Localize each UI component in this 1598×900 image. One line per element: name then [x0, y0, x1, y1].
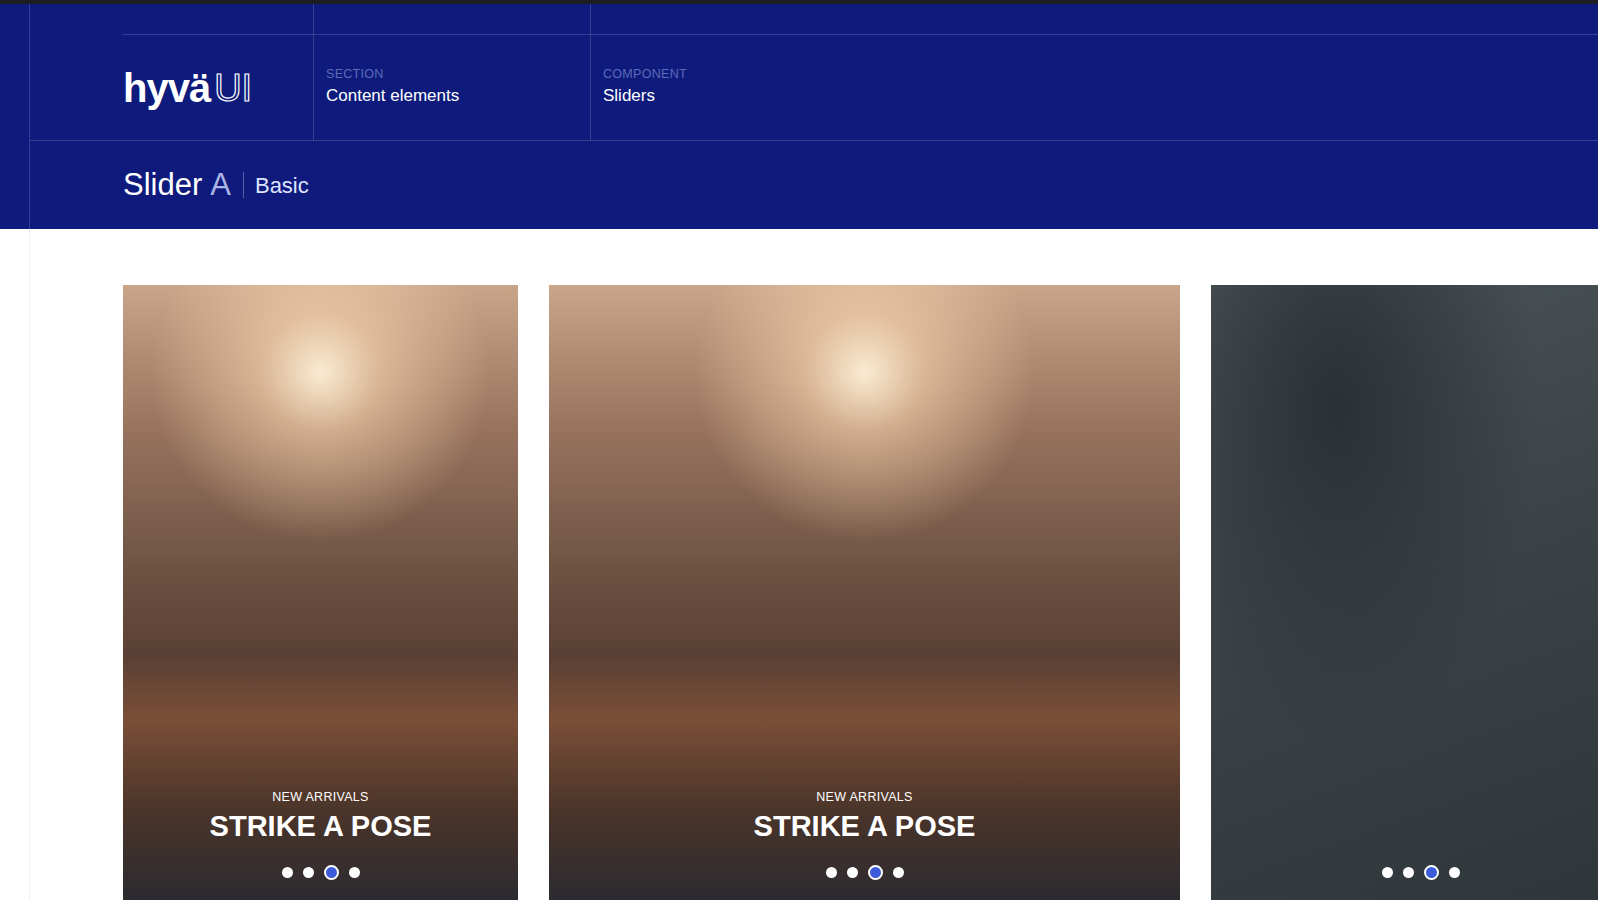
slider-dot[interactable]: [303, 867, 314, 878]
slide-heading: STRIKE A POSE: [210, 811, 432, 843]
logo-suffix[interactable]: UI: [214, 69, 252, 107]
breadcrumb-label: SECTION: [326, 67, 590, 82]
breadcrumb-value: Content elements: [326, 85, 590, 107]
slider-dot[interactable]: [282, 867, 293, 878]
slider-dot[interactable]: [893, 867, 904, 878]
page-header: hyväUI SECTION Content elements COMPONENT Sl…: [0, 4, 1598, 229]
slider-dot[interactable]: [1424, 865, 1439, 880]
slide[interactable]: [1211, 285, 1598, 900]
breadcrumb-item: COMPONENT Sliders: [603, 35, 1598, 140]
slider-dots: [282, 865, 360, 880]
breadcrumb-label: COMPONENT: [603, 67, 1598, 82]
logo-brand[interactable]: hyvä: [123, 68, 210, 108]
breadcrumb-value: Sliders: [603, 85, 1598, 107]
title-variant: A: [210, 162, 231, 209]
slider-dot[interactable]: [1382, 867, 1393, 878]
slider-dots: [826, 865, 904, 880]
breadcrumb-item: SECTION Content elements: [326, 35, 590, 140]
slider-dot[interactable]: [324, 865, 339, 880]
slider-dot[interactable]: [868, 865, 883, 880]
page-title: Slider: [123, 162, 202, 209]
slide[interactable]: NEW ARRIVALS STRIKE A POSE: [549, 285, 1180, 900]
slide-eyebrow: NEW ARRIVALS: [272, 788, 368, 807]
title-subtitle: Basic: [255, 169, 309, 202]
title-separator: [243, 172, 244, 198]
slider-dots: [1382, 865, 1460, 880]
slider-dot[interactable]: [826, 867, 837, 878]
slider-dot[interactable]: [349, 867, 360, 878]
slider-dot[interactable]: [1403, 867, 1414, 878]
logo[interactable]: hyväUI: [123, 35, 313, 140]
slider-row: NEW ARRIVALS STRIKE A POSE NEW ARRIVALS STR…: [30, 229, 1598, 900]
slide[interactable]: NEW ARRIVALS STRIKE A POSE: [123, 285, 518, 900]
slide-heading: STRIKE A POSE: [754, 811, 976, 843]
slide-eyebrow: NEW ARRIVALS: [816, 788, 912, 807]
slider-dot[interactable]: [1449, 867, 1460, 878]
slider-dot[interactable]: [847, 867, 858, 878]
